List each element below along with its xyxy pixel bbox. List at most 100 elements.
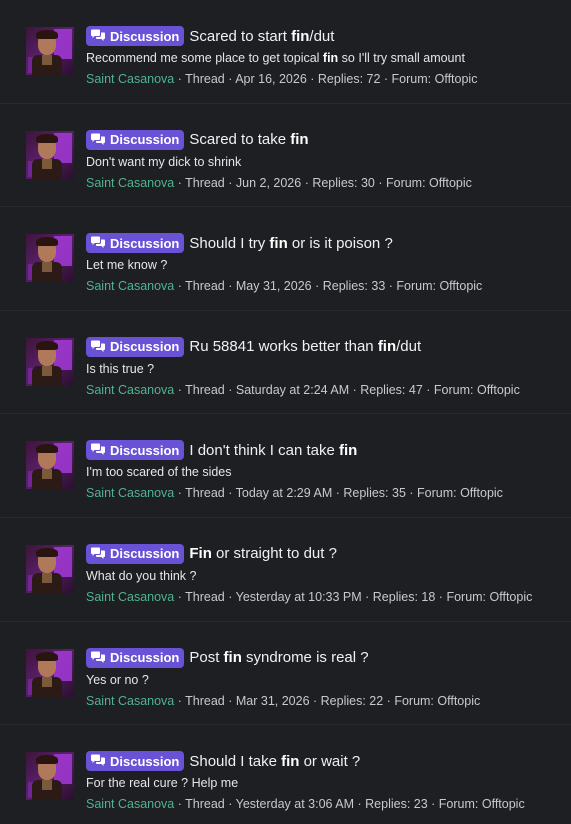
result-snippet: Don't want my dick to shrink xyxy=(86,155,241,169)
thread-title-link[interactable]: Scared to take fin xyxy=(189,131,308,148)
chat-bubbles-icon xyxy=(91,547,105,559)
discussion-badge[interactable]: Discussion xyxy=(86,440,185,461)
snippet-text-after: so I'll try small amount xyxy=(338,51,465,65)
result-title-line: Discussion Scared to start fin/dut xyxy=(86,25,334,47)
avatar[interactable] xyxy=(26,234,74,283)
content-type: Thread xyxy=(185,486,225,501)
meta-sep: · xyxy=(405,486,418,501)
avatar[interactable] xyxy=(26,27,74,75)
meta-sep: · xyxy=(224,72,236,86)
post-date: Apr 16, 2026 xyxy=(235,72,307,86)
title-text-after: or wait ? xyxy=(299,752,361,770)
search-result-item: Discussion Ru 58841 works better than fi… xyxy=(0,311,571,415)
title-text-before: Scared to take xyxy=(189,131,291,149)
chat-bubbles-icon xyxy=(91,754,105,767)
thread-title-link[interactable]: Post fin syndrome is real ? xyxy=(189,649,368,666)
avatar[interactable] xyxy=(26,752,74,801)
forum-link[interactable]: Forum: Offtopic xyxy=(392,72,478,86)
author-link[interactable]: Saint Casanova xyxy=(86,176,174,190)
avatar[interactable] xyxy=(26,130,74,179)
thread-title-link[interactable]: Should I try fin or is it poison ? xyxy=(189,235,392,252)
reply-count: Replies: 47 xyxy=(360,382,423,397)
author-link[interactable]: Saint Casanova xyxy=(86,279,174,293)
search-result-item: Discussion Post fin syndrome is real ? Y… xyxy=(0,622,571,726)
reply-count: Replies: 22 xyxy=(320,693,384,708)
forum-link[interactable]: Forum: Offtopic xyxy=(417,486,503,500)
snippet-text-before: Yes or no ? xyxy=(86,672,149,687)
author-link[interactable]: Saint Casanova xyxy=(86,72,174,86)
meta-sep: · xyxy=(435,589,447,604)
content-type: Thread xyxy=(185,797,225,812)
title-highlight: fin xyxy=(291,27,310,45)
thread-title-link[interactable]: Ru 58841 works better than fin/dut xyxy=(189,338,421,355)
badge-label: Discussion xyxy=(110,753,180,769)
result-snippet: For the real cure ? Help me xyxy=(86,776,238,790)
avatar[interactable] xyxy=(26,544,74,593)
discussion-badge[interactable]: Discussion xyxy=(86,647,185,668)
title-text-before: Should I try xyxy=(189,234,270,252)
author-link[interactable]: Saint Casanova xyxy=(86,383,174,397)
snippet-text-before: For the real cure ? Help me xyxy=(86,776,239,791)
reply-count: Replies: 30 xyxy=(312,175,375,190)
thread-title-link[interactable]: Fin or straight to dut ? xyxy=(189,545,337,562)
author-link[interactable]: Saint Casanova xyxy=(86,797,174,811)
search-result-item: Discussion Fin or straight to dut ? What… xyxy=(0,518,571,622)
meta-sep: · xyxy=(306,72,318,86)
badge-label: Discussion xyxy=(110,546,180,562)
avatar[interactable] xyxy=(26,441,74,490)
title-highlight: fin xyxy=(338,441,358,459)
forum-link[interactable]: Forum: Offtopic xyxy=(394,694,480,708)
content-type: Thread xyxy=(185,382,225,397)
reply-count: Replies: 35 xyxy=(343,486,406,501)
meta-sep: · xyxy=(174,693,186,708)
reply-count: Replies: 72 xyxy=(317,72,381,86)
meta-sep: · xyxy=(174,797,186,812)
post-date: Today at 2:29 AM xyxy=(235,486,333,501)
forum-link[interactable]: Forum: Offtopic xyxy=(434,383,520,397)
avatar[interactable] xyxy=(26,337,74,386)
forum-link[interactable]: Forum: Offtopic xyxy=(446,590,532,604)
forum-link[interactable]: Forum: Offtopic xyxy=(396,279,482,293)
avatar[interactable] xyxy=(26,648,74,697)
discussion-badge[interactable]: Discussion xyxy=(86,543,185,564)
result-title-line: Discussion Scared to take fin xyxy=(86,129,309,151)
discussion-badge[interactable]: Discussion xyxy=(86,336,185,357)
badge-label: Discussion xyxy=(110,442,180,458)
result-title-line: Discussion Ru 58841 works better than fi… xyxy=(86,336,421,358)
meta-sep: · xyxy=(174,382,186,397)
result-meta: Saint Casanova · Thread · May 31, 2026 ·… xyxy=(86,279,482,293)
author-link[interactable]: Saint Casanova xyxy=(86,694,174,708)
search-result-item: Discussion Scared to start fin/dut Recom… xyxy=(0,0,571,104)
result-meta: Saint Casanova · Thread · Today at 2:29 … xyxy=(86,486,503,500)
title-text-before: Post xyxy=(189,649,224,667)
meta-sep: · xyxy=(301,175,313,190)
forum-link[interactable]: Forum: Offtopic xyxy=(439,797,525,811)
forum-link[interactable]: Forum: Offtopic xyxy=(386,176,472,190)
result-title-line: Discussion I don't think I can take fin xyxy=(86,439,357,461)
discussion-badge[interactable]: Discussion xyxy=(86,26,185,46)
thread-title-link[interactable]: I don't think I can take fin xyxy=(189,442,357,459)
badge-label: Discussion xyxy=(110,28,180,44)
meta-sep: · xyxy=(224,175,236,190)
meta-sep: · xyxy=(311,279,323,294)
discussion-badge[interactable]: Discussion xyxy=(86,751,185,772)
result-meta: Saint Casanova · Thread · Saturday at 2:… xyxy=(86,383,520,397)
thread-title-link[interactable]: Scared to start fin/dut xyxy=(189,28,334,45)
author-link[interactable]: Saint Casanova xyxy=(86,486,174,500)
meta-sep: · xyxy=(224,589,236,604)
author-link[interactable]: Saint Casanova xyxy=(86,590,174,604)
post-date: Jun 2, 2026 xyxy=(235,175,302,190)
meta-sep: · xyxy=(224,797,236,812)
result-meta: Saint Casanova · Thread · Jun 2, 2026 · … xyxy=(86,176,472,190)
meta-sep: · xyxy=(174,175,186,190)
discussion-badge[interactable]: Discussion xyxy=(86,129,185,150)
thread-title-link[interactable]: Should I take fin or wait ? xyxy=(189,753,360,770)
discussion-badge[interactable]: Discussion xyxy=(86,233,185,254)
meta-sep: · xyxy=(309,693,321,708)
content-type: Thread xyxy=(185,693,225,708)
badge-label: Discussion xyxy=(110,132,180,148)
meta-sep: · xyxy=(422,382,434,397)
result-snippet: Recommend me some place to get topical f… xyxy=(86,51,465,65)
result-title-line: Discussion Post fin syndrome is real ? xyxy=(86,647,369,669)
reply-count: Replies: 33 xyxy=(322,279,386,294)
